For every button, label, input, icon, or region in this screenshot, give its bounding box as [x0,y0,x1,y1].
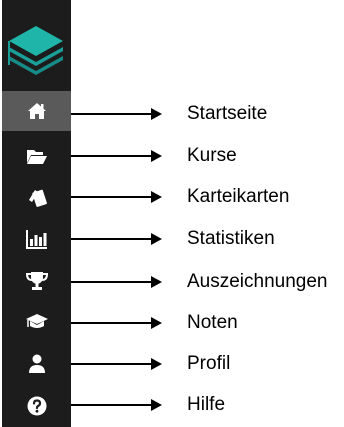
sidebar-item-label-statistiken: Statistiken [187,228,275,249]
callout-arrow [71,317,162,329]
flashcards-icon [27,186,47,208]
sidebar-item-startseite[interactable] [2,91,71,131]
sidebar-item-statistiken[interactable] [2,219,71,259]
folder-open-icon [26,148,48,165]
sidebar-item-karteikarten[interactable] [2,177,71,217]
sidebar-item-label-auszeichnungen: Auszeichnungen [187,271,328,292]
sidebar-item-label-noten: Noten [187,312,238,333]
callout-arrow [71,233,162,245]
callout-arrow [71,191,162,203]
callout-arrow [71,276,162,288]
bar-chart-icon [25,229,48,249]
trophy-icon [25,271,48,291]
callout-arrow [71,108,162,120]
callout-arrow [71,399,162,411]
sidebar-item-label-kurse: Kurse [187,145,237,166]
sidebar-item-profil[interactable] [2,344,71,384]
graduation-cap-icon [25,313,49,331]
sidebar-item-kurse[interactable] [2,136,71,176]
stacked-layers-logo [5,22,67,78]
sidebar-item-label-karteikarten: Karteikarten [187,186,290,207]
user-icon [28,354,46,374]
sidebar-item-hilfe[interactable] [2,386,71,426]
sidebar-item-label-hilfe: Hilfe [187,394,226,415]
question-circle-icon [27,396,47,416]
sidebar-item-noten[interactable] [2,302,71,342]
sidebar-item-auszeichnungen[interactable] [2,261,71,301]
sidebar-item-label-profil: Profil [187,353,231,374]
sidebar-item-label-startseite: Startseite [187,103,268,124]
home-icon [27,102,47,120]
callout-arrow [71,358,162,370]
callout-arrow [71,150,162,162]
